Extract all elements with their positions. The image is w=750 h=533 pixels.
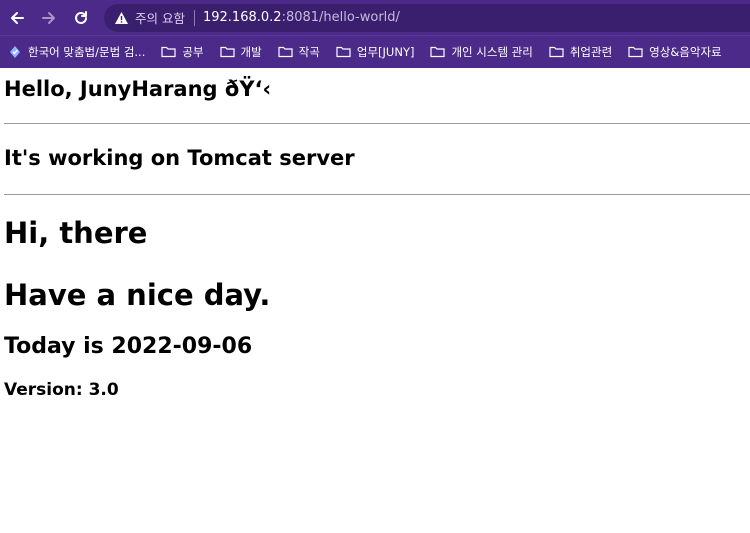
warning-icon (115, 11, 128, 24)
address-bar[interactable]: 주의 요함 192.168.0.2:8081/hello-world/ (104, 3, 750, 32)
divider (4, 194, 750, 195)
bookmark-label: 업무[JUNY] (356, 45, 415, 59)
bookmark-spellcheck[interactable]: 한국어 맞춤법/문법 검... (8, 44, 145, 60)
folder-icon (278, 46, 293, 58)
spellcheck-icon (10, 46, 20, 58)
bookmark-label: 취업관련 (569, 45, 613, 59)
folder-icon (161, 46, 176, 58)
folder-icon (549, 46, 564, 58)
omnibox-separator (193, 9, 195, 26)
bookmark-folder-compose[interactable]: 작곡 (278, 44, 320, 60)
security-label[interactable]: 주의 요함 (135, 8, 185, 27)
divider (4, 123, 750, 124)
folder-icon (336, 46, 351, 58)
nice-day-heading: Have a nice day. (4, 278, 271, 312)
page-content: Hello, JunyHarang ðŸ‘‹ It's working on T… (0, 77, 750, 400)
version-text: Version: 3.0 (4, 380, 119, 400)
bookmark-folder-dev[interactable]: 개발 (219, 44, 262, 60)
back-button[interactable] (6, 7, 28, 29)
reload-icon (75, 10, 87, 24)
url-host: 192.168.0.2 (202, 10, 282, 25)
folder-icon (430, 46, 446, 58)
bookmark-label: 공부 (182, 45, 204, 59)
browser-toolbar: 주의 요함 192.168.0.2:8081/hello-world/ (0, 0, 750, 35)
today-date-heading: Today is 2022-09-06 (4, 334, 253, 359)
bookmark-folder-study[interactable]: 공부 (161, 44, 204, 60)
url-path: :8081/hello-world/ (281, 10, 400, 25)
bookmark-folder-system[interactable]: 개인 시스템 관리 (430, 44, 533, 60)
bookmark-label: 영상&음악자료 (649, 45, 722, 59)
folder-icon (219, 46, 235, 58)
bookmarks-bar: 한국어 맞춤법/문법 검... 공부 개발 작곡 업무[JUNY] 개인 시스템… (0, 35, 750, 68)
bookmark-label: 한국어 맞춤법/문법 검... (28, 45, 146, 59)
server-status-heading: It's working on Tomcat server (4, 146, 355, 170)
bookmark-folder-media[interactable]: 영상&음악자료 (628, 44, 722, 60)
bookmark-label: 개발 (240, 45, 262, 59)
bookmark-folder-jobs[interactable]: 취업관련 (549, 44, 612, 60)
bookmark-label: 개인 시스템 관리 (451, 45, 533, 59)
greeting-heading: Hello, JunyHarang ðŸ‘‹ (4, 77, 272, 101)
hi-heading: Hi, there (4, 216, 148, 250)
forward-button[interactable] (38, 7, 60, 29)
reload-button[interactable] (70, 7, 92, 29)
arrow-left-icon (11, 11, 24, 24)
folder-icon (628, 46, 643, 58)
bookmark-label: 작곡 (298, 45, 320, 59)
bookmark-folder-work[interactable]: 업무[JUNY] (336, 44, 415, 60)
arrow-right-icon (42, 11, 55, 24)
